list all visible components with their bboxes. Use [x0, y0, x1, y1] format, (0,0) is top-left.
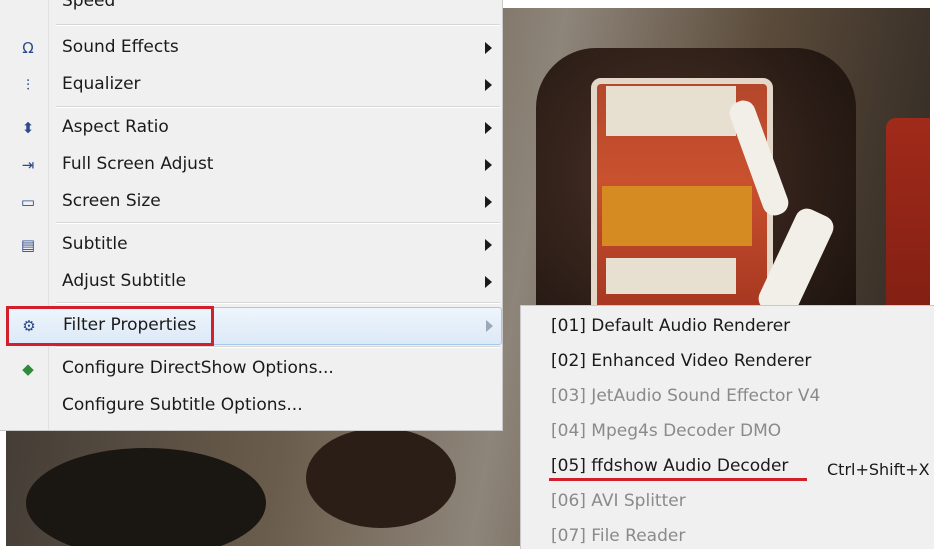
menu-item-configure-subtitle-options[interactable]: Configure Subtitle Options... [6, 388, 500, 424]
submenu-item[interactable]: [01] Default Audio Renderer [551, 316, 790, 336]
menu-separator [56, 222, 500, 224]
menu-item-label: Configure Subtitle Options... [62, 395, 303, 415]
menu-item-screen-size[interactable]: ▭ Screen Size [6, 184, 500, 220]
headphones-icon: Ω [22, 39, 34, 57]
submenu-arrow-icon [485, 196, 492, 208]
menu-item-subtitle[interactable]: ▤ Subtitle [6, 227, 500, 263]
submenu-item-ffdshow[interactable]: [05] ffdshow Audio Decoder [551, 456, 788, 476]
menu-item-label: Full Screen Adjust [62, 154, 214, 174]
menu-item-full-screen-adjust[interactable]: ⇥ Full Screen Adjust [6, 147, 500, 183]
video-shadow [26, 448, 266, 546]
menu-separator [56, 302, 500, 304]
submenu-item: [04] Mpeg4s Decoder DMO [551, 421, 782, 441]
menu-item-label: Equalizer [62, 74, 141, 94]
submenu-arrow-icon [485, 159, 492, 171]
menu-item-equalizer[interactable]: ⫶ Equalizer [6, 67, 500, 103]
context-menu: Speed Ω Sound Effects ⫶ Equalizer ⬍ Aspe… [0, 0, 503, 431]
annotation-highlight-box [6, 306, 214, 346]
shortcut-label: Ctrl+Shift+X [827, 460, 930, 479]
menu-item-label: Sound Effects [62, 37, 179, 57]
directshow-icon: ◆ [22, 360, 34, 378]
submenu-item: [06] AVI Splitter [551, 491, 686, 511]
menu-item-label: Aspect Ratio [62, 117, 169, 137]
menu-separator [56, 106, 500, 108]
menu-item-speed[interactable]: Speed [6, 0, 500, 20]
aspect-ratio-icon: ⬍ [21, 119, 35, 137]
subtitle-icon: ▤ [20, 236, 36, 254]
submenu-item: [07] File Reader [551, 526, 686, 546]
submenu-item[interactable]: [02] Enhanced Video Renderer [551, 351, 811, 371]
menu-item-aspect-ratio[interactable]: ⬍ Aspect Ratio [6, 110, 500, 146]
annotation-underline [549, 478, 807, 481]
submenu-arrow-icon [485, 276, 492, 288]
submenu-arrow-icon [485, 42, 492, 54]
video-shadow [306, 428, 456, 528]
submenu-arrow-icon [485, 239, 492, 251]
menu-item-sound-effects[interactable]: Ω Sound Effects [6, 30, 500, 66]
menu-item-label: Adjust Subtitle [62, 271, 187, 291]
menu-item-label: Subtitle [62, 234, 128, 254]
filter-properties-submenu: [01] Default Audio Renderer [02] Enhance… [520, 305, 934, 549]
video-label-band [606, 258, 736, 294]
menu-separator [56, 24, 500, 26]
menu-item-label: Screen Size [62, 191, 161, 211]
fullscreen-adjust-icon: ⇥ [21, 156, 35, 174]
menu-separator [56, 346, 500, 348]
submenu-arrow-icon [485, 79, 492, 91]
submenu-arrow-icon [485, 122, 492, 134]
menu-item-label: Speed [62, 0, 116, 11]
video-label-band [606, 86, 736, 136]
submenu-arrow-icon [486, 320, 493, 332]
equalizer-icon: ⫶ [26, 76, 30, 94]
video-label-band [602, 186, 752, 246]
menu-item-label: Configure DirectShow Options... [62, 358, 334, 378]
screen-size-icon: ▭ [20, 193, 36, 211]
menu-item-configure-directshow[interactable]: ◆ Configure DirectShow Options... [6, 351, 500, 387]
submenu-item: [03] JetAudio Sound Effector V4 [551, 386, 821, 406]
menu-item-adjust-subtitle[interactable]: Adjust Subtitle [6, 264, 500, 300]
